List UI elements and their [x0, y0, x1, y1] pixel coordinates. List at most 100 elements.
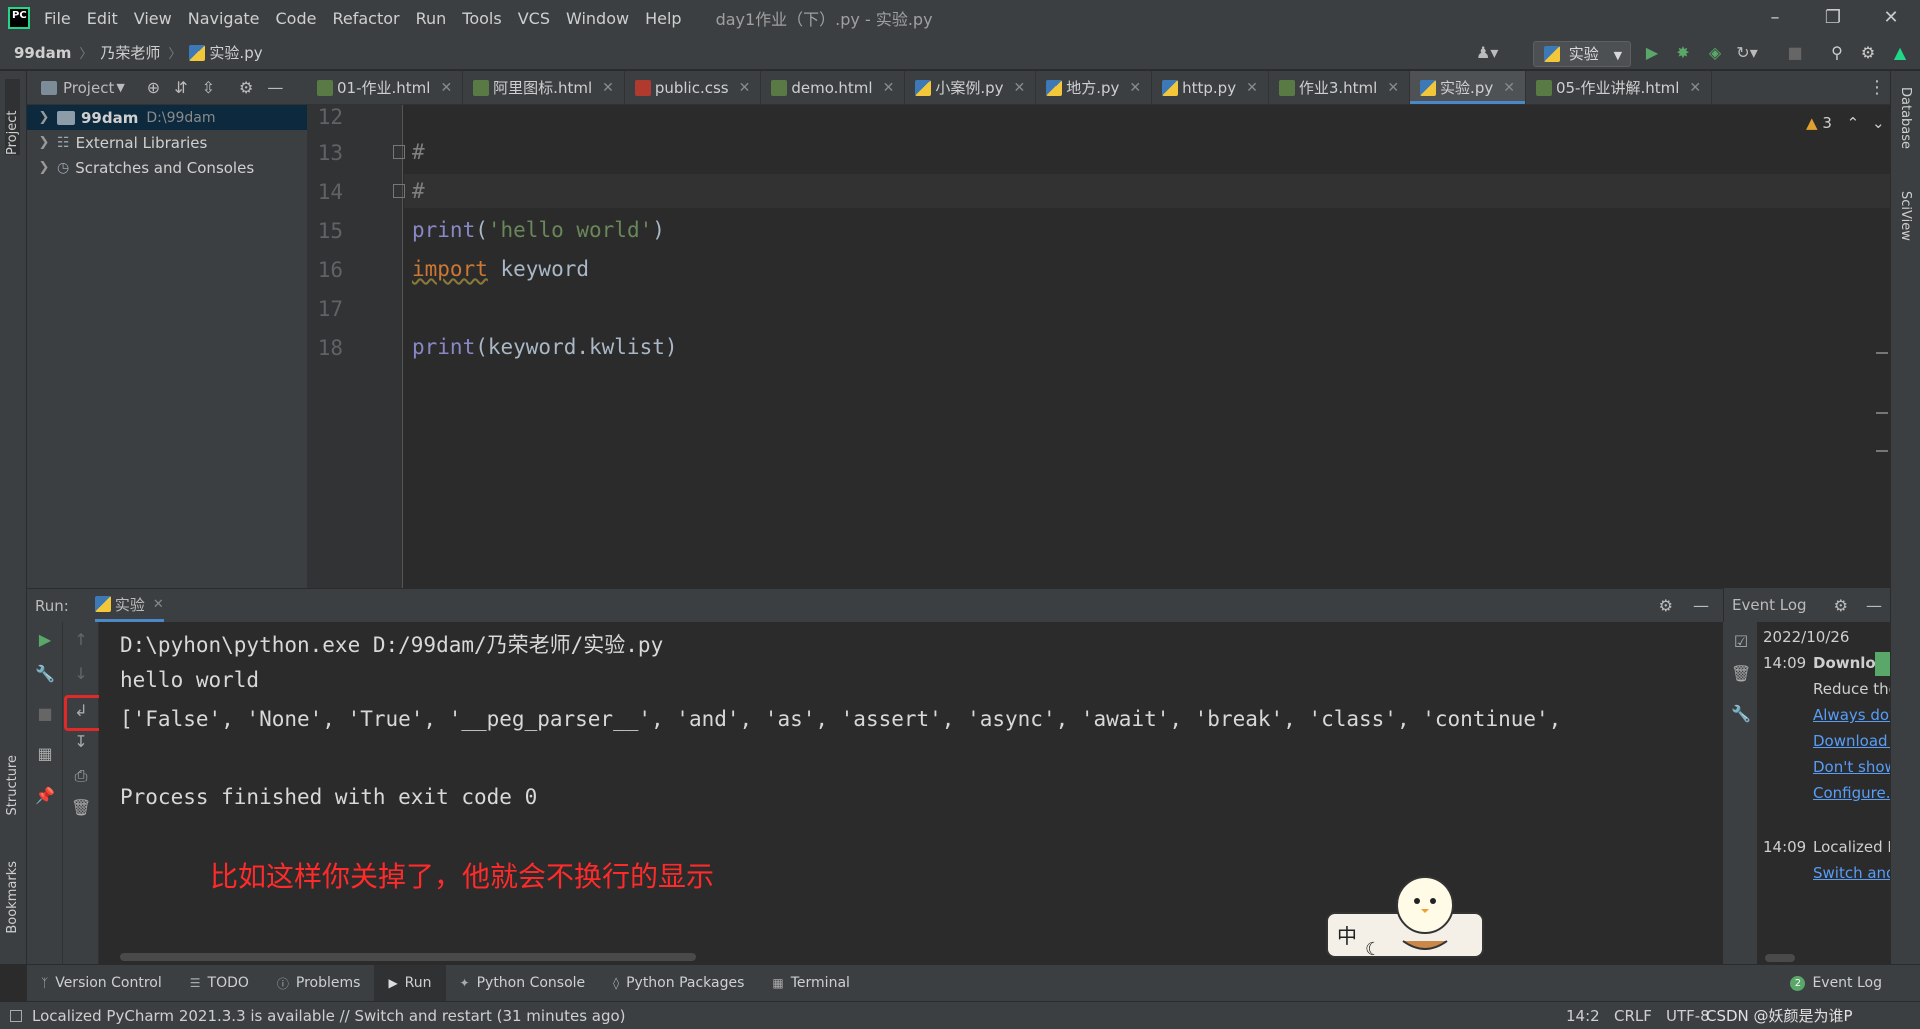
- chevron-right-icon[interactable]: ❯: [35, 110, 53, 125]
- scroll-to-end-icon[interactable]: ↧: [71, 732, 91, 752]
- tree-item-external-libraries[interactable]: ❯ ☷ External Libraries: [27, 130, 307, 155]
- wrench-icon[interactable]: 🔧: [1731, 704, 1751, 724]
- run-tool-button[interactable]: ▶ Run: [374, 965, 446, 1001]
- arrow-down-icon[interactable]: ↓: [71, 664, 91, 684]
- coverage-icon[interactable]: ◈: [1704, 42, 1726, 64]
- close-tab-icon[interactable]: ✕: [602, 80, 614, 96]
- locate-icon[interactable]: ⊕: [147, 78, 160, 97]
- caret-position[interactable]: 14:2: [1566, 1007, 1600, 1025]
- version-control-button[interactable]: ᛉ Version Control: [27, 965, 176, 1001]
- tab-demo-html[interactable]: demo.html ✕: [761, 71, 906, 104]
- hide-panel-icon[interactable]: —: [267, 78, 283, 97]
- trash-icon[interactable]: 🗑: [1731, 664, 1751, 684]
- horizontal-scrollbar[interactable]: [1765, 954, 1795, 962]
- tab-http-py[interactable]: http.py ✕: [1152, 71, 1269, 104]
- tab-difang-py[interactable]: 地方.py ✕: [1036, 71, 1153, 104]
- debug-icon[interactable]: ✸: [1672, 42, 1694, 64]
- collapse-all-icon[interactable]: ⇳: [202, 78, 215, 97]
- run-tab-shiyan[interactable]: 实验 ✕: [94, 589, 164, 622]
- profile-icon[interactable]: ↻▾: [1736, 42, 1758, 64]
- restore-icon[interactable]: ❐: [1804, 0, 1862, 36]
- menu-tools[interactable]: Tools: [462, 9, 501, 28]
- stop-icon[interactable]: ■: [1784, 42, 1806, 64]
- project-panel-title[interactable]: Project: [63, 79, 114, 97]
- more-tabs-icon[interactable]: ⋮: [1864, 71, 1890, 104]
- menu-file[interactable]: File: [44, 9, 71, 28]
- database-tool-button[interactable]: Database: [1898, 87, 1913, 149]
- rerun-icon[interactable]: ▶: [35, 630, 55, 650]
- terminal-button[interactable]: ▦ Terminal: [758, 965, 864, 1001]
- hide-panel-icon[interactable]: —: [1866, 596, 1882, 615]
- close-tab-icon[interactable]: ✕: [1503, 80, 1515, 96]
- stop-icon[interactable]: ■: [35, 704, 55, 724]
- menu-view[interactable]: View: [134, 9, 172, 28]
- fold-icon[interactable]: [393, 184, 405, 198]
- fold-icon[interactable]: [393, 145, 405, 159]
- menu-window[interactable]: Window: [566, 9, 629, 28]
- problems-button[interactable]: ⓘ Problems: [263, 965, 375, 1001]
- tab-alitubiao-html[interactable]: 阿里图标.html ✕: [463, 71, 625, 104]
- gear-icon[interactable]: ⚙: [1857, 42, 1879, 64]
- event-log-button[interactable]: 2 Event Log: [1776, 965, 1896, 1001]
- chevron-up-icon[interactable]: ⌃: [1847, 114, 1860, 132]
- python-console-button[interactable]: ✦ Python Console: [446, 965, 600, 1001]
- layout-icon[interactable]: ▦: [35, 744, 55, 764]
- menu-refactor[interactable]: Refactor: [332, 9, 399, 28]
- wrench-icon[interactable]: 🔧: [35, 664, 55, 684]
- run-icon[interactable]: ▶: [1641, 42, 1663, 64]
- tab-xiaoanli-py[interactable]: 小案例.py ✕: [905, 71, 1037, 104]
- tab-zuoye3-html[interactable]: 作业3.html ✕: [1269, 71, 1411, 104]
- chevron-right-icon[interactable]: ❯: [35, 135, 53, 150]
- gear-icon[interactable]: ⚙: [239, 78, 253, 97]
- close-tab-icon[interactable]: ✕: [1387, 80, 1399, 96]
- pin-icon[interactable]: 📌: [35, 786, 55, 806]
- trash-icon[interactable]: 🗑: [71, 798, 91, 818]
- user-icon[interactable]: ♟▾: [1476, 42, 1498, 64]
- close-tab-icon[interactable]: ✕: [153, 597, 164, 612]
- menu-edit[interactable]: Edit: [87, 9, 118, 28]
- expand-all-icon[interactable]: ⇵: [174, 78, 187, 97]
- close-tab-icon[interactable]: ✕: [739, 80, 751, 96]
- close-tab-icon[interactable]: ✕: [883, 80, 895, 96]
- hide-panel-icon[interactable]: —: [1693, 596, 1709, 615]
- tree-item-scratches[interactable]: ❯ ◷ Scratches and Consoles: [27, 155, 307, 180]
- python-packages-button[interactable]: ◊ Python Packages: [599, 965, 758, 1001]
- minimize-icon[interactable]: –: [1746, 0, 1804, 36]
- menu-run[interactable]: Run: [416, 9, 447, 28]
- tab-shiyan-py[interactable]: 实验.py ✕: [1410, 71, 1526, 104]
- plugin-icon[interactable]: ▲: [1889, 42, 1911, 64]
- project-tool-button[interactable]: Project: [5, 79, 20, 155]
- tab-01-zuoye-html[interactable]: 01-作业.html ✕: [307, 71, 464, 104]
- tree-item-99dam[interactable]: ❯ 99dam D:\99dam: [27, 105, 307, 130]
- close-icon[interactable]: ✕: [1862, 0, 1920, 36]
- breadcrumb-project[interactable]: 99dam: [14, 44, 71, 62]
- menu-code[interactable]: Code: [276, 9, 317, 28]
- menu-vcs[interactable]: VCS: [518, 9, 550, 28]
- print-icon[interactable]: ⎙: [71, 766, 91, 786]
- event-link[interactable]: Switch and: [1813, 864, 1890, 882]
- event-link[interactable]: Always dow: [1813, 706, 1890, 724]
- gear-icon[interactable]: ⚙: [1834, 596, 1848, 615]
- menu-help[interactable]: Help: [645, 9, 681, 28]
- search-icon[interactable]: ⚲: [1826, 42, 1848, 64]
- arrow-up-icon[interactable]: ↑: [71, 630, 91, 650]
- sciview-tool-button[interactable]: SciView: [1898, 191, 1913, 241]
- close-tab-icon[interactable]: ✕: [1013, 80, 1025, 96]
- menu-navigate[interactable]: Navigate: [188, 9, 260, 28]
- close-tab-icon[interactable]: ✕: [440, 80, 452, 96]
- chevron-down-icon[interactable]: ▼: [116, 81, 124, 94]
- bookmarks-tool-button[interactable]: Bookmarks: [5, 861, 20, 934]
- structure-tool-button[interactable]: Structure: [5, 755, 20, 815]
- breadcrumb-folder[interactable]: 乃荣老师: [100, 42, 160, 63]
- tab-05-zuoyejiangjie-html[interactable]: 05-作业讲解.html ✕: [1526, 71, 1713, 104]
- tab-public-css[interactable]: public.css ✕: [625, 71, 762, 104]
- event-link[interactable]: Configure...: [1813, 784, 1890, 802]
- status-message[interactable]: Localized PyCharm 2021.3.3 is available …: [32, 1007, 626, 1025]
- horizontal-scrollbar[interactable]: [120, 953, 696, 961]
- status-panel-icon[interactable]: [10, 1009, 22, 1022]
- close-tab-icon[interactable]: ✕: [1689, 80, 1701, 96]
- event-link[interactable]: Don't show: [1813, 758, 1890, 776]
- file-encoding[interactable]: UTF-8: [1666, 1007, 1710, 1025]
- chevron-right-icon[interactable]: ❯: [35, 160, 53, 175]
- event-link[interactable]: Download c: [1813, 732, 1890, 750]
